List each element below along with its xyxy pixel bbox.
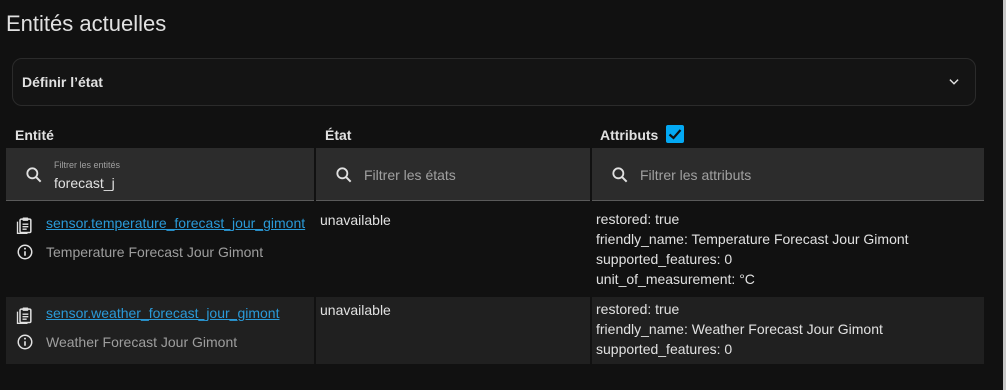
entity-filter-input[interactable]: Filtrer les entités forecast_j	[6, 148, 314, 201]
table-row: sensor.weather_forecast_jour_gimont Weat…	[6, 297, 984, 364]
attributes-cell: restored: true friendly_name: Temperatur…	[592, 207, 984, 290]
info-icon[interactable]	[16, 243, 34, 261]
entity-cell: sensor.weather_forecast_jour_gimont Weat…	[6, 297, 314, 364]
clipboard-icon[interactable]	[15, 305, 35, 325]
column-header-state[interactable]: État	[325, 127, 351, 143]
friendly-name: Weather Forecast Jour Gimont	[46, 334, 238, 350]
info-icon[interactable]	[16, 333, 34, 351]
attributes-filter-placeholder: Filtrer les attributs	[640, 167, 752, 183]
state-cell: unavailable	[316, 207, 590, 290]
attribute-line: unit_of_measurement: °C	[596, 271, 755, 287]
entity-id-link[interactable]: sensor.weather_forecast_jour_gimont	[46, 305, 279, 321]
entity-filter-value[interactable]: forecast_j	[54, 175, 115, 191]
attributes-filter-input[interactable]: Filtrer les attributs	[592, 148, 984, 201]
friendly-name: Temperature Forecast Jour Gimont	[46, 244, 264, 260]
attributes-checkbox[interactable]	[666, 125, 684, 143]
state-filter-placeholder: Filtrer les états	[364, 167, 456, 183]
attribute-line: restored: true	[596, 211, 680, 227]
checkmark-icon	[668, 129, 682, 140]
column-header-attributes: Attributs	[600, 127, 659, 143]
chevron-down-icon[interactable]	[947, 75, 961, 89]
attribute-line: supported_features: 0	[596, 251, 733, 267]
attributes-cell: restored: true friendly_name: Weather Fo…	[592, 297, 984, 364]
state-cell: unavailable	[316, 297, 590, 364]
attribute-line: friendly_name: Weather Forecast Jour Gim…	[596, 321, 883, 337]
attribute-line: friendly_name: Temperature Forecast Jour…	[596, 231, 909, 247]
attribute-line: restored: true	[596, 301, 680, 317]
table-row: sensor.temperature_forecast_jour_gimont …	[6, 207, 984, 290]
search-icon	[336, 167, 352, 183]
attribute-line: supported_features: 0	[596, 341, 733, 357]
entity-filter-label: Filtrer les entités	[54, 160, 121, 170]
page-title: Entités actuelles	[6, 11, 167, 36]
state-filter-input[interactable]: Filtrer les états	[316, 148, 590, 201]
entity-cell: sensor.temperature_forecast_jour_gimont …	[6, 207, 314, 290]
state-value: unavailable	[320, 302, 391, 318]
clipboard-icon[interactable]	[15, 215, 35, 235]
column-header-entity[interactable]: Entité	[15, 127, 54, 143]
set-state-expander[interactable]: Définir l’état	[12, 58, 976, 106]
search-icon	[26, 167, 42, 183]
search-icon	[612, 167, 628, 183]
entity-id-link[interactable]: sensor.temperature_forecast_jour_gimont	[46, 215, 305, 231]
expander-label: Définir l’état	[22, 74, 103, 90]
state-value: unavailable	[320, 212, 391, 228]
